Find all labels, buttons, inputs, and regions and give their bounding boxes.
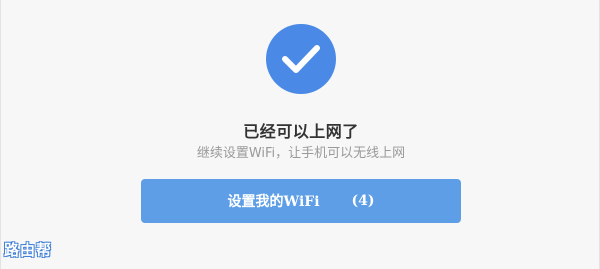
setup-success-page: 已经可以上网了 继续设置WiFi，让手机可以无线上网 设置我的WiFi (4) … — [0, 0, 600, 269]
checkmark-icon — [282, 45, 320, 73]
countdown-label: (4) — [351, 193, 375, 209]
setup-wifi-button[interactable]: 设置我的WiFi (4) — [141, 179, 461, 223]
status-title: 已经可以上网了 — [243, 122, 359, 141]
setup-wifi-button-label: 设置我的WiFi — [227, 194, 320, 210]
watermark-logo: 路由帮 — [4, 241, 53, 259]
checkmark-circle-icon — [266, 24, 336, 94]
status-subtitle: 继续设置WiFi，让手机可以无线上网 — [196, 146, 406, 161]
